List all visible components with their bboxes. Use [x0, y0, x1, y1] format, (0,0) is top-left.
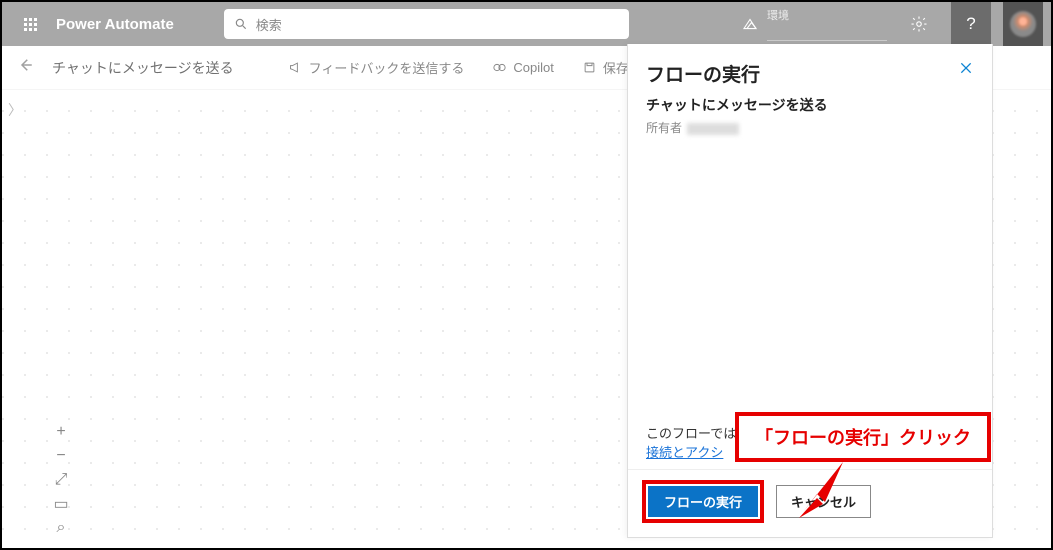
environment-value-blur — [767, 23, 887, 41]
environment-picker[interactable]: 環境 — [741, 7, 887, 41]
panel-title: フローの実行 — [646, 60, 760, 87]
find-button[interactable]: ⌕ — [46, 516, 76, 540]
search-input[interactable]: 検索 — [224, 9, 629, 39]
close-icon — [958, 60, 974, 76]
zoom-in-button[interactable]: + — [46, 420, 76, 444]
global-header: Power Automate 検索 環境 ? — [2, 2, 1051, 46]
zoom-out-button[interactable]: − — [46, 444, 76, 468]
copilot-icon — [492, 60, 507, 75]
flow-title: チャットにメッセージを送る — [52, 58, 234, 78]
settings-button[interactable] — [899, 2, 939, 46]
close-button[interactable] — [958, 60, 974, 87]
feedback-button[interactable]: フィードバックを送信する — [288, 58, 465, 77]
minimap-button[interactable]: ▭ — [46, 492, 76, 516]
collapse-handle[interactable]: 〉 — [8, 100, 22, 120]
back-button[interactable] — [16, 56, 34, 79]
megaphone-icon — [288, 60, 303, 75]
zoom-fit-button[interactable]: ⤢ — [46, 468, 76, 492]
help-button[interactable]: ? — [951, 2, 991, 46]
annotation-text: 「フローの実行」クリック — [735, 412, 991, 462]
connections-link[interactable]: 接続とアクシ — [646, 445, 723, 460]
header-right: 環境 ? — [741, 2, 1043, 46]
panel-owner: 所有者 — [646, 119, 974, 136]
save-icon — [582, 60, 597, 75]
zoom-toolbar: + − ⤢ ▭ ⌕ — [46, 420, 76, 540]
environment-label: 環境 — [767, 7, 887, 23]
copilot-button[interactable]: Copilot — [492, 60, 553, 75]
account-button[interactable] — [1003, 2, 1043, 46]
search-placeholder: 検索 — [256, 15, 282, 34]
app-launcher-icon[interactable] — [10, 18, 50, 31]
environment-icon — [741, 15, 759, 33]
arrow-left-icon — [16, 56, 34, 74]
annotation-arrow-icon — [793, 452, 853, 522]
run-button-highlight: フローの実行 — [642, 480, 764, 523]
save-button[interactable]: 保存 — [582, 58, 629, 77]
panel-flow-name: チャットにメッセージを送る — [646, 95, 974, 115]
gear-icon — [910, 15, 928, 33]
owner-value-blur — [687, 123, 739, 135]
app-name: Power Automate — [56, 16, 174, 33]
search-icon — [234, 17, 248, 31]
annotation-callout: 「フローの実行」クリック — [735, 412, 991, 462]
toolbar-actions: フィードバックを送信する Copilot 保存 — [288, 58, 672, 77]
avatar-icon — [1010, 11, 1036, 37]
run-flow-button[interactable]: フローの実行 — [648, 486, 758, 517]
